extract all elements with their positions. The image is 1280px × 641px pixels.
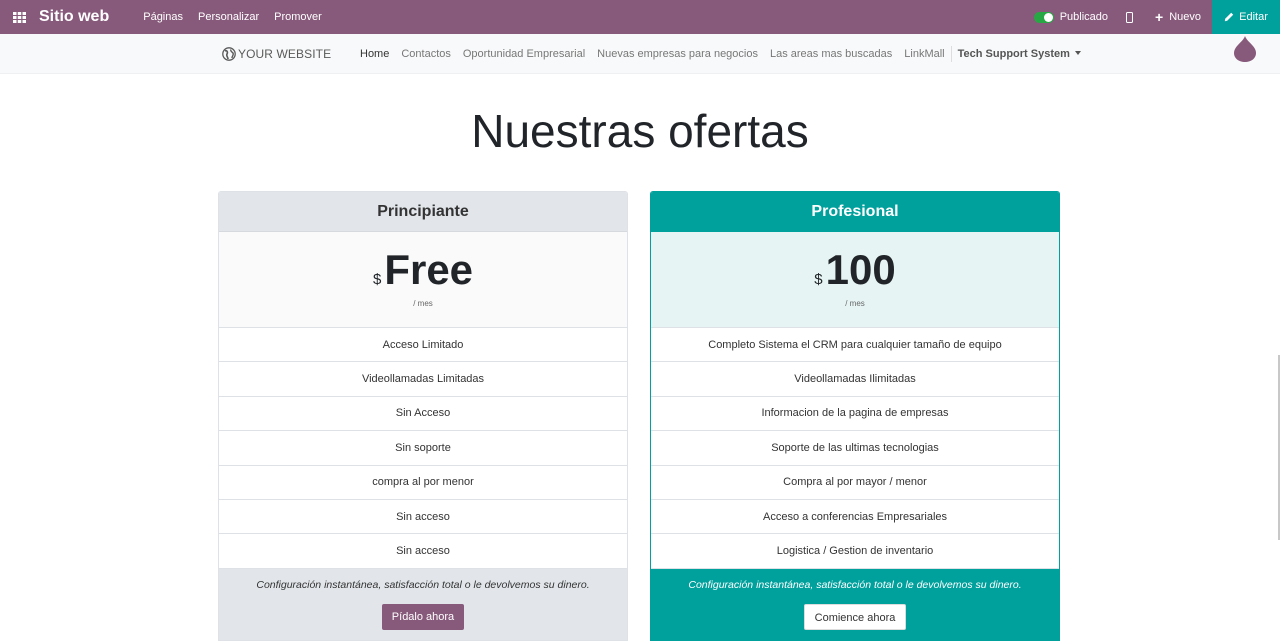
edit-label: Editar	[1239, 11, 1268, 23]
pricing-card-beginner: Principiante $ Free / mes Acceso Limitad…	[218, 191, 628, 641]
nav-dropdown-tech-support[interactable]: Tech Support System	[958, 48, 1081, 62]
logo-text: YOUR WEBSITE	[238, 47, 332, 61]
feature-item: Sin acceso	[219, 500, 627, 535]
nav-link-home[interactable]: Home	[360, 48, 389, 62]
nav-divider	[950, 46, 952, 62]
price-amount: Free	[384, 246, 474, 293]
toggle-switch-icon[interactable]	[1033, 11, 1054, 23]
feature-item: Completo Sistema el CRM para cualquier t…	[651, 328, 1059, 363]
nav-link-new-businesses[interactable]: Nuevas empresas para negocios	[597, 48, 758, 62]
feature-item: Informacion de la pagina de empresas	[651, 397, 1059, 432]
currency-symbol: $	[814, 271, 823, 288]
guarantee-note: Configuración instantánea, satisfacción …	[688, 578, 1022, 591]
plan-name: Profesional	[651, 192, 1059, 232]
feature-item: Videollamadas Limitadas	[219, 362, 627, 397]
guarantee-note: Configuración instantánea, satisfacción …	[256, 578, 590, 591]
card-footer: Configuración instantánea, satisfacción …	[219, 568, 627, 640]
feature-item: Acceso a conferencias Empresariales	[651, 500, 1059, 535]
menu-pages[interactable]: Páginas	[143, 11, 183, 23]
price: $ 100	[651, 246, 1059, 294]
currency-symbol: $	[372, 271, 382, 288]
feature-item: compra al por menor	[219, 466, 627, 500]
pricing-card-professional: Profesional $ 100 / mes Completo Sistema…	[650, 191, 1060, 641]
menu-promote[interactable]: Promover	[274, 11, 322, 23]
feature-list: Acceso Limitado Videollamadas Limitadas …	[219, 328, 627, 569]
price-amount: 100	[825, 246, 896, 293]
mobile-preview-icon[interactable]	[1126, 11, 1134, 23]
new-label: Nuevo	[1169, 11, 1201, 23]
site-logo[interactable]: YOUR WEBSITE	[222, 47, 331, 61]
card-footer: Configuración instantánea, satisfacción …	[651, 568, 1059, 640]
order-now-button[interactable]: Pídalo ahora	[381, 603, 465, 630]
plan-name: Principiante	[219, 192, 627, 232]
pencil-icon	[1224, 12, 1234, 22]
nav-link-contacts[interactable]: Contactos	[401, 48, 451, 62]
admin-top-bar: Sitio web Páginas Personalizar Promover …	[0, 0, 1280, 34]
feature-list: Completo Sistema el CRM para cualquier t…	[651, 328, 1059, 569]
top-right-actions: Publicado + Nuevo Editar	[1033, 0, 1280, 34]
odoo-drop-icon[interactable]	[1234, 36, 1256, 62]
edit-button[interactable]: Editar	[1212, 0, 1280, 34]
new-button[interactable]: + Nuevo	[1155, 10, 1201, 24]
app-title[interactable]: Sitio web	[39, 8, 109, 26]
feature-item: Acceso Limitado	[219, 328, 627, 363]
start-now-button[interactable]: Comience ahora	[803, 603, 907, 630]
globe-icon	[222, 47, 236, 61]
feature-item: Soporte de las ultimas tecnologias	[651, 431, 1059, 466]
feature-item: Videollamadas Ilimitadas	[651, 362, 1059, 397]
nav-links: Home Contactos Oportunidad Empresarial N…	[360, 46, 1093, 62]
feature-item: Compra al por mayor / menor	[651, 466, 1059, 500]
price-box: $ Free / mes	[219, 232, 627, 328]
menu-customize[interactable]: Personalizar	[198, 11, 259, 23]
website-navbar: YOUR WEBSITE Home Contactos Oportunidad …	[0, 34, 1280, 74]
feature-item: Sin Acceso	[219, 397, 627, 432]
price: $ Free	[219, 246, 627, 294]
top-menu: Páginas Personalizar Promover	[143, 11, 322, 23]
apps-grid-icon[interactable]	[1, 0, 37, 34]
price-period: / mes	[845, 299, 865, 308]
price-period: / mes	[413, 299, 433, 308]
plus-icon: +	[1155, 9, 1164, 25]
nav-link-linkmall[interactable]: LinkMall	[904, 48, 944, 62]
price-box: $ 100 / mes	[651, 232, 1059, 328]
published-label: Publicado	[1059, 11, 1109, 23]
published-toggle[interactable]: Publicado	[1033, 11, 1109, 23]
nav-link-business-opportunity[interactable]: Oportunidad Empresarial	[463, 48, 585, 62]
feature-item: Sin soporte	[219, 431, 627, 466]
page-title: Nuestras ofertas	[471, 105, 809, 157]
feature-item: Logistica / Gestion de inventario	[651, 534, 1059, 569]
feature-item: Sin acceso	[219, 534, 627, 569]
nav-link-popular-areas[interactable]: Las areas mas buscadas	[770, 48, 892, 62]
